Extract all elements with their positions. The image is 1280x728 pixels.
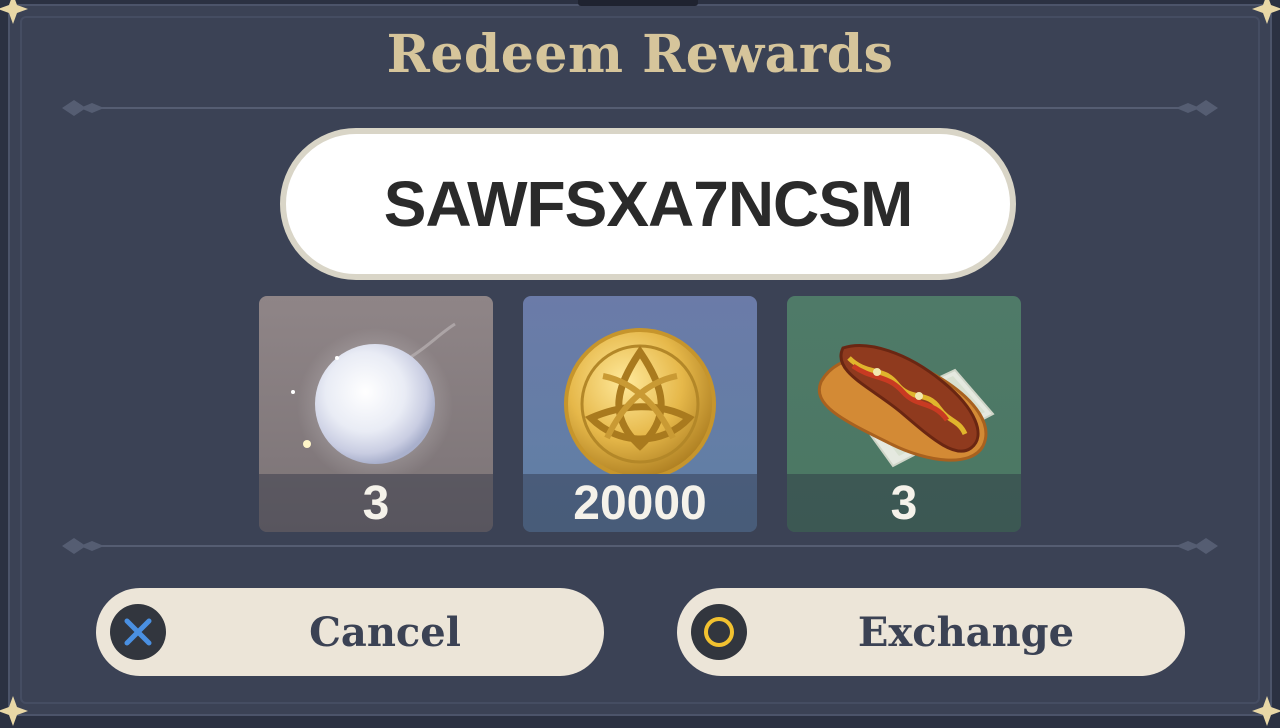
reward-item[interactable]: 3 bbox=[259, 296, 493, 532]
cancel-label: Cancel bbox=[309, 608, 461, 656]
top-tab-decoration bbox=[578, 0, 698, 6]
cross-icon bbox=[110, 604, 166, 660]
hotdog-dish-icon bbox=[817, 344, 995, 468]
redeem-code-display: SAWFSXA7NCSM bbox=[280, 128, 1016, 280]
reward-item[interactable]: 20000 bbox=[523, 296, 757, 532]
dialog-title: Redeem Rewards bbox=[386, 24, 894, 85]
exchange-label: Exchange bbox=[857, 608, 1075, 656]
reward-item[interactable]: 3 bbox=[787, 296, 1021, 532]
corner-star-icon bbox=[1252, 0, 1280, 24]
ornamental-divider bbox=[62, 538, 1218, 554]
ornamental-divider bbox=[62, 100, 1218, 116]
mora-coin-icon bbox=[564, 328, 716, 474]
corner-star-icon bbox=[0, 0, 28, 24]
reward-quantity: 3 bbox=[259, 474, 493, 532]
corner-star-icon bbox=[1252, 696, 1280, 726]
corner-star-icon bbox=[0, 696, 28, 726]
exchange-button[interactable]: Exchange bbox=[677, 588, 1185, 676]
circle-icon bbox=[691, 604, 747, 660]
moon-orb-icon bbox=[291, 322, 456, 474]
reward-quantity: 3 bbox=[787, 474, 1021, 532]
reward-quantity: 20000 bbox=[523, 474, 757, 532]
cancel-button[interactable]: Cancel bbox=[96, 588, 604, 676]
